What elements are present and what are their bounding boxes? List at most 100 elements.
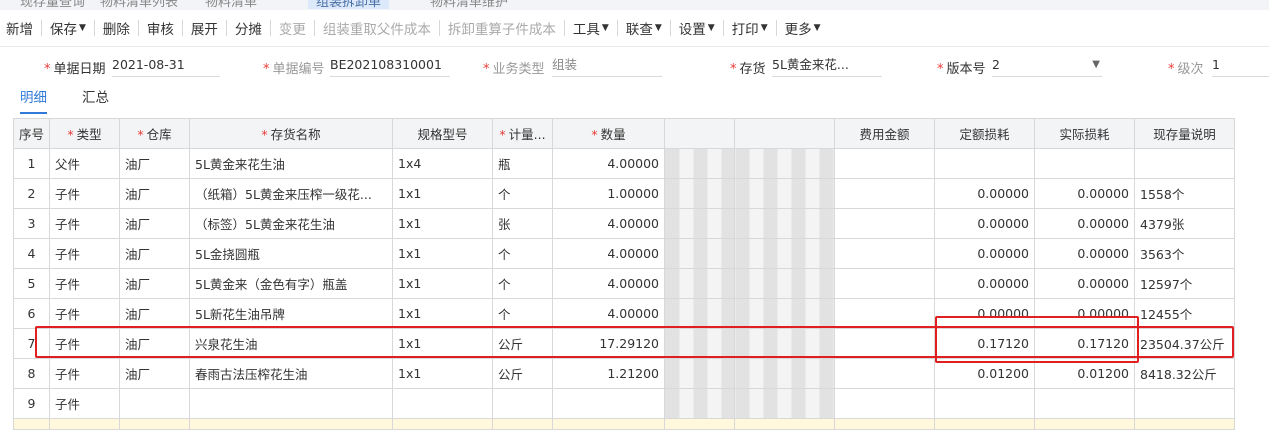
more-menu[interactable]: 更多 ▼ (779, 18, 827, 38)
cell-fee-amount[interactable] (834, 298, 936, 329)
expand-button[interactable]: 展开 (185, 18, 224, 38)
cell-spec[interactable]: 1x1 (392, 268, 494, 299)
date-field[interactable]: 2021-08-31 (112, 54, 220, 77)
cell-actual-loss[interactable]: 0.17120 (1034, 328, 1136, 359)
cell-empty[interactable] (392, 418, 494, 430)
cell-seq[interactable]: 1 (12, 148, 51, 179)
cell-empty[interactable] (12, 418, 51, 430)
audit-button[interactable]: 审核 (141, 18, 180, 38)
cell-unit[interactable]: 个 (492, 298, 554, 329)
col-header-redacted[interactable] (664, 118, 736, 149)
cell-spec[interactable] (392, 388, 494, 419)
cell-quota-loss[interactable] (934, 388, 1036, 419)
cell-warehouse[interactable]: 油厂 (119, 358, 191, 389)
cell-redacted[interactable] (734, 328, 836, 359)
cell-stock-note[interactable]: 8418.32公斤 (1134, 358, 1236, 389)
cell-warehouse[interactable] (119, 388, 191, 419)
cell-unit[interactable]: 公斤 (492, 328, 554, 359)
save-button[interactable]: 保存 ▼ (44, 18, 92, 38)
cell-warehouse[interactable]: 油厂 (119, 178, 191, 209)
cell-item-name[interactable]: 5L新花生油吊牌 (189, 298, 394, 329)
cell-quota-loss[interactable]: 0.00000 (934, 268, 1036, 299)
cell-unit[interactable] (492, 388, 554, 419)
cell-type[interactable]: 子件 (49, 208, 121, 239)
cell-fee-amount[interactable] (834, 178, 936, 209)
cell-redacted[interactable] (664, 238, 736, 269)
tools-menu[interactable]: 工具 ▼ (567, 18, 615, 38)
cell-item-name[interactable]: （标签）5L黄金来花生油 (189, 208, 394, 239)
cell-actual-loss[interactable]: 0.00000 (1034, 298, 1136, 329)
tab-bom[interactable]: 物料清单 (205, 0, 257, 10)
cell-empty[interactable] (1134, 418, 1236, 430)
cell-empty[interactable] (1034, 418, 1136, 430)
col-header-quota-loss[interactable]: 定额损耗 (934, 118, 1036, 149)
cell-seq[interactable]: 4 (12, 238, 51, 269)
cell-item-name[interactable] (189, 388, 394, 419)
cell-empty[interactable] (934, 418, 1036, 430)
table-row[interactable]: 6 子件 油厂 5L新花生油吊牌 1x1 个 4.00000 0.00000 0.00000 12… (12, 298, 1236, 329)
cell-empty[interactable] (734, 418, 836, 430)
tab-stock-query[interactable]: 现存量查询 (20, 0, 85, 10)
cell-quantity[interactable]: 4.00000 (552, 148, 666, 179)
cell-empty[interactable] (189, 418, 394, 430)
cell-type[interactable]: 子件 (49, 328, 121, 359)
cell-redacted[interactable] (664, 208, 736, 239)
cell-type[interactable]: 子件 (49, 298, 121, 329)
cell-stock-note[interactable] (1134, 388, 1236, 419)
cell-seq[interactable]: 9 (12, 388, 51, 419)
table-row-new[interactable] (12, 418, 1236, 430)
cell-redacted[interactable] (664, 388, 736, 419)
cell-fee-amount[interactable] (834, 388, 936, 419)
cell-warehouse[interactable]: 油厂 (119, 268, 191, 299)
cell-warehouse[interactable]: 油厂 (119, 208, 191, 239)
cell-fee-amount[interactable] (834, 238, 936, 269)
cell-empty[interactable] (492, 418, 554, 430)
col-header-quantity[interactable]: * 数量 (552, 118, 666, 149)
cell-warehouse[interactable]: 油厂 (119, 328, 191, 359)
new-button[interactable]: 新增 (0, 18, 39, 38)
tab-summary[interactable]: 汇总 (82, 86, 109, 106)
cell-actual-loss[interactable]: 0.00000 (1034, 268, 1136, 299)
cell-unit[interactable]: 个 (492, 268, 554, 299)
cell-quota-loss[interactable]: 0.00000 (934, 208, 1036, 239)
cell-item-name[interactable]: 5L黄金来花生油 (189, 148, 394, 179)
cell-stock-note[interactable]: 4379张 (1134, 208, 1236, 239)
cell-stock-note[interactable]: 23504.37公斤 (1134, 328, 1236, 359)
cell-item-name[interactable]: 5L金挠圆瓶 (189, 238, 394, 269)
cell-fee-amount[interactable] (834, 268, 936, 299)
cell-warehouse[interactable]: 油厂 (119, 148, 191, 179)
cell-item-name[interactable]: （纸箱）5L黄金来压榨一级花... (189, 178, 394, 209)
cell-unit[interactable]: 张 (492, 208, 554, 239)
tab-bom-list[interactable]: 物料清单列表 (100, 0, 178, 10)
col-header-spec[interactable]: 规格型号 (392, 118, 494, 149)
cell-redacted[interactable] (664, 268, 736, 299)
cell-redacted[interactable] (734, 388, 836, 419)
allocate-button[interactable]: 分摊 (229, 18, 268, 38)
settings-menu[interactable]: 设置 ▼ (673, 18, 721, 38)
cell-type[interactable]: 子件 (49, 178, 121, 209)
print-menu[interactable]: 打印 ▼ (726, 18, 774, 38)
cell-type[interactable]: 子件 (49, 238, 121, 269)
cell-empty[interactable] (49, 418, 121, 430)
cell-type[interactable]: 子件 (49, 268, 121, 299)
tab-detail[interactable]: 明细 (20, 86, 47, 114)
cell-fee-amount[interactable] (834, 328, 936, 359)
cell-empty[interactable] (664, 418, 736, 430)
col-header-fee-amount[interactable]: 费用金额 (834, 118, 936, 149)
cell-quota-loss[interactable] (934, 148, 1036, 179)
cell-quantity[interactable]: 4.00000 (552, 238, 666, 269)
cell-quantity[interactable]: 4.00000 (552, 208, 666, 239)
col-header-actual-loss[interactable]: 实际损耗 (1034, 118, 1136, 149)
cell-spec[interactable]: 1x1 (392, 298, 494, 329)
col-header-redacted[interactable] (734, 118, 836, 149)
cell-actual-loss[interactable]: 0.01200 (1034, 358, 1136, 389)
table-row[interactable]: 2 子件 油厂 （纸箱）5L黄金来压榨一级花... 1x1 个 1.00000 0.00000… (12, 178, 1236, 209)
cell-unit[interactable]: 公斤 (492, 358, 554, 389)
level-field[interactable]: 1 (1212, 54, 1269, 77)
cell-quantity[interactable]: 1.00000 (552, 178, 666, 209)
refetch-parent-cost-button[interactable]: 组装重取父件成本 (317, 18, 437, 38)
cell-redacted[interactable] (664, 298, 736, 329)
cell-redacted[interactable] (734, 238, 836, 269)
cell-unit[interactable]: 个 (492, 238, 554, 269)
cell-stock-note[interactable]: 12455个 (1134, 298, 1236, 329)
